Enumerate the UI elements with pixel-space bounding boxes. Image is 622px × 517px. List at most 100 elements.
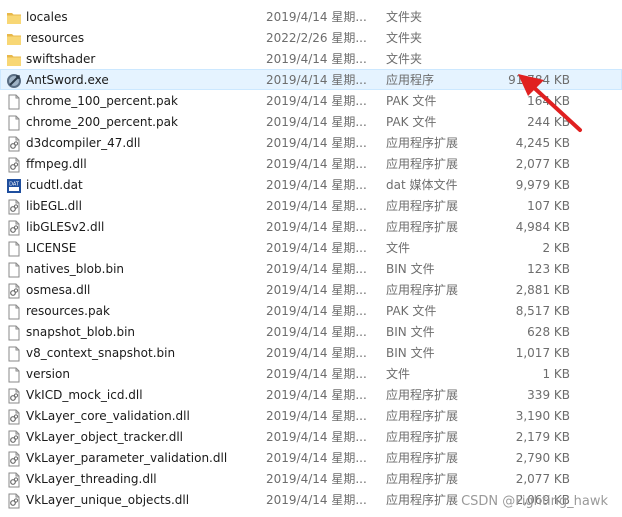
- file-type: BIN 文件: [386, 325, 435, 339]
- file-size: 107 KB: [527, 199, 570, 213]
- file-type: 文件: [386, 241, 411, 255]
- file-date: 2019/4/14 星期...: [266, 52, 367, 66]
- file-size: 8,517 KB: [515, 304, 570, 318]
- file-date: 2019/4/14 星期...: [266, 220, 367, 234]
- file-type: 应用程序扩展: [386, 409, 459, 423]
- file-size: 628 KB: [527, 325, 570, 339]
- file-row[interactable]: VkICD_mock_icd.dll 2019/4/14 星期... 应用程序扩展 3…: [0, 384, 622, 405]
- file-date: 2019/4/14 星期...: [266, 451, 367, 465]
- file-type: 应用程序扩展: [386, 157, 459, 171]
- file-icon: [6, 94, 22, 110]
- file-icon: [6, 325, 22, 341]
- dat-file-icon: DAT: [6, 178, 22, 194]
- file-size: 2,077 KB: [515, 157, 570, 171]
- file-row[interactable]: ffmpeg.dll 2019/4/14 星期... 应用程序扩展 2,077 KB: [0, 153, 622, 174]
- file-type: 应用程序扩展: [386, 199, 459, 213]
- file-date: 2019/4/14 星期...: [266, 10, 367, 24]
- file-type: 应用程序扩展: [386, 472, 459, 486]
- file-type: 文件夹: [386, 10, 423, 24]
- file-row[interactable]: VkLayer_threading.dll 2019/4/14 星期... 应用程序…: [0, 468, 622, 489]
- file-size: 123 KB: [527, 262, 570, 276]
- file-icon: [6, 241, 22, 257]
- file-date: 2019/4/14 星期...: [266, 241, 367, 255]
- file-type: 应用程序: [386, 73, 435, 87]
- file-date: 2019/4/14 星期...: [266, 136, 367, 150]
- file-date: 2019/4/14 星期...: [266, 73, 367, 87]
- file-date: 2019/4/14 星期...: [266, 304, 367, 318]
- file-date: 2019/4/14 星期...: [266, 262, 367, 276]
- file-type: 应用程序扩展: [386, 451, 459, 465]
- file-row[interactable]: resources 2022/2/26 星期... 文件夹: [0, 27, 622, 48]
- file-size: 2,077 KB: [515, 472, 570, 486]
- file-size: 3,190 KB: [515, 409, 570, 423]
- file-date: 2019/4/14 星期...: [266, 283, 367, 297]
- dll-icon: [6, 199, 22, 215]
- file-date: 2019/4/14 星期...: [266, 430, 367, 444]
- file-name: VkLayer_core_validation.dll: [26, 409, 190, 423]
- file-type: 应用程序扩展: [386, 220, 459, 234]
- file-row[interactable]: libEGL.dll 2019/4/14 星期... 应用程序扩展 107 KB: [0, 195, 622, 216]
- file-date: 2022/2/26 星期...: [266, 31, 367, 45]
- file-size: 9,979 KB: [515, 178, 570, 192]
- file-name: d3dcompiler_47.dll: [26, 136, 141, 150]
- file-name: AntSword.exe: [26, 73, 109, 87]
- file-date: 2019/4/14 星期...: [266, 115, 367, 129]
- file-type: BIN 文件: [386, 346, 435, 360]
- file-name: libGLESv2.dll: [26, 220, 105, 234]
- file-name: chrome_200_percent.pak: [26, 115, 178, 129]
- file-icon: [6, 367, 22, 383]
- file-row[interactable]: locales 2019/4/14 星期... 文件夹: [0, 6, 622, 27]
- folder-icon: [6, 10, 22, 26]
- folder-icon: [6, 31, 22, 47]
- file-type: 应用程序扩展: [386, 136, 459, 150]
- dll-icon: [6, 283, 22, 299]
- file-row[interactable]: VkLayer_core_validation.dll 2019/4/14 星期.…: [0, 405, 622, 426]
- file-type: 应用程序扩展: [386, 388, 459, 402]
- dll-icon: [6, 451, 22, 467]
- watermark-text: CSDN @Fighting_hawk: [461, 494, 608, 509]
- app-exe-icon: [6, 73, 22, 89]
- file-row[interactable]: resources.pak 2019/4/14 星期... PAK 文件 8,517 …: [0, 300, 622, 321]
- file-size: 339 KB: [527, 388, 570, 402]
- file-row[interactable]: LICENSE 2019/4/14 星期... 文件 2 KB: [0, 237, 622, 258]
- file-type: PAK 文件: [386, 94, 437, 108]
- dll-icon: [6, 157, 22, 173]
- file-name: resources: [26, 31, 85, 45]
- file-type: 应用程序扩展: [386, 283, 459, 297]
- file-date: 2019/4/14 星期...: [266, 346, 367, 360]
- file-type: 文件: [386, 367, 411, 381]
- red-arrow-annotation: [518, 74, 582, 132]
- file-row[interactable]: snapshot_blob.bin 2019/4/14 星期... BIN 文件 62…: [0, 321, 622, 342]
- file-type: 文件夹: [386, 31, 423, 45]
- file-row[interactable]: osmesa.dll 2019/4/14 星期... 应用程序扩展 2,881 KB: [0, 279, 622, 300]
- file-name: VkLayer_object_tracker.dll: [26, 430, 184, 444]
- file-type: PAK 文件: [386, 304, 437, 318]
- dll-icon: [6, 409, 22, 425]
- file-date: 2019/4/14 星期...: [266, 199, 367, 213]
- dll-icon: [6, 220, 22, 236]
- file-date: 2019/4/14 星期...: [266, 493, 367, 507]
- file-row[interactable]: natives_blob.bin 2019/4/14 星期... BIN 文件 123…: [0, 258, 622, 279]
- file-row[interactable]: version 2019/4/14 星期... 文件 1 KB: [0, 363, 622, 384]
- file-size: 4,984 KB: [515, 220, 570, 234]
- file-size: 2 KB: [542, 241, 570, 255]
- file-date: 2019/4/14 星期...: [266, 157, 367, 171]
- file-icon: [6, 262, 22, 278]
- file-name: VkICD_mock_icd.dll: [26, 388, 143, 402]
- file-size: 2,790 KB: [515, 451, 570, 465]
- file-row[interactable]: VkLayer_parameter_validation.dll 2019/4/1…: [0, 447, 622, 468]
- dll-icon: [6, 136, 22, 152]
- file-size: 1 KB: [542, 367, 570, 381]
- file-date: 2019/4/14 星期...: [266, 94, 367, 108]
- file-date: 2019/4/14 星期...: [266, 367, 367, 381]
- file-name: locales: [26, 10, 68, 24]
- file-row[interactable]: libGLESv2.dll 2019/4/14 星期... 应用程序扩展 4,984 …: [0, 216, 622, 237]
- file-row[interactable]: VkLayer_object_tracker.dll 2019/4/14 星期..…: [0, 426, 622, 447]
- file-row[interactable]: swiftshader 2019/4/14 星期... 文件夹: [0, 48, 622, 69]
- file-type: dat 媒体文件: [386, 178, 458, 192]
- dll-icon: [6, 472, 22, 488]
- file-row[interactable]: v8_context_snapshot.bin 2019/4/14 星期... BI…: [0, 342, 622, 363]
- file-row[interactable]: DAT icudtl.dat 2019/4/14 星期... dat 媒体文件 9,97…: [0, 174, 622, 195]
- file-name: chrome_100_percent.pak: [26, 94, 178, 108]
- file-name: natives_blob.bin: [26, 262, 125, 276]
